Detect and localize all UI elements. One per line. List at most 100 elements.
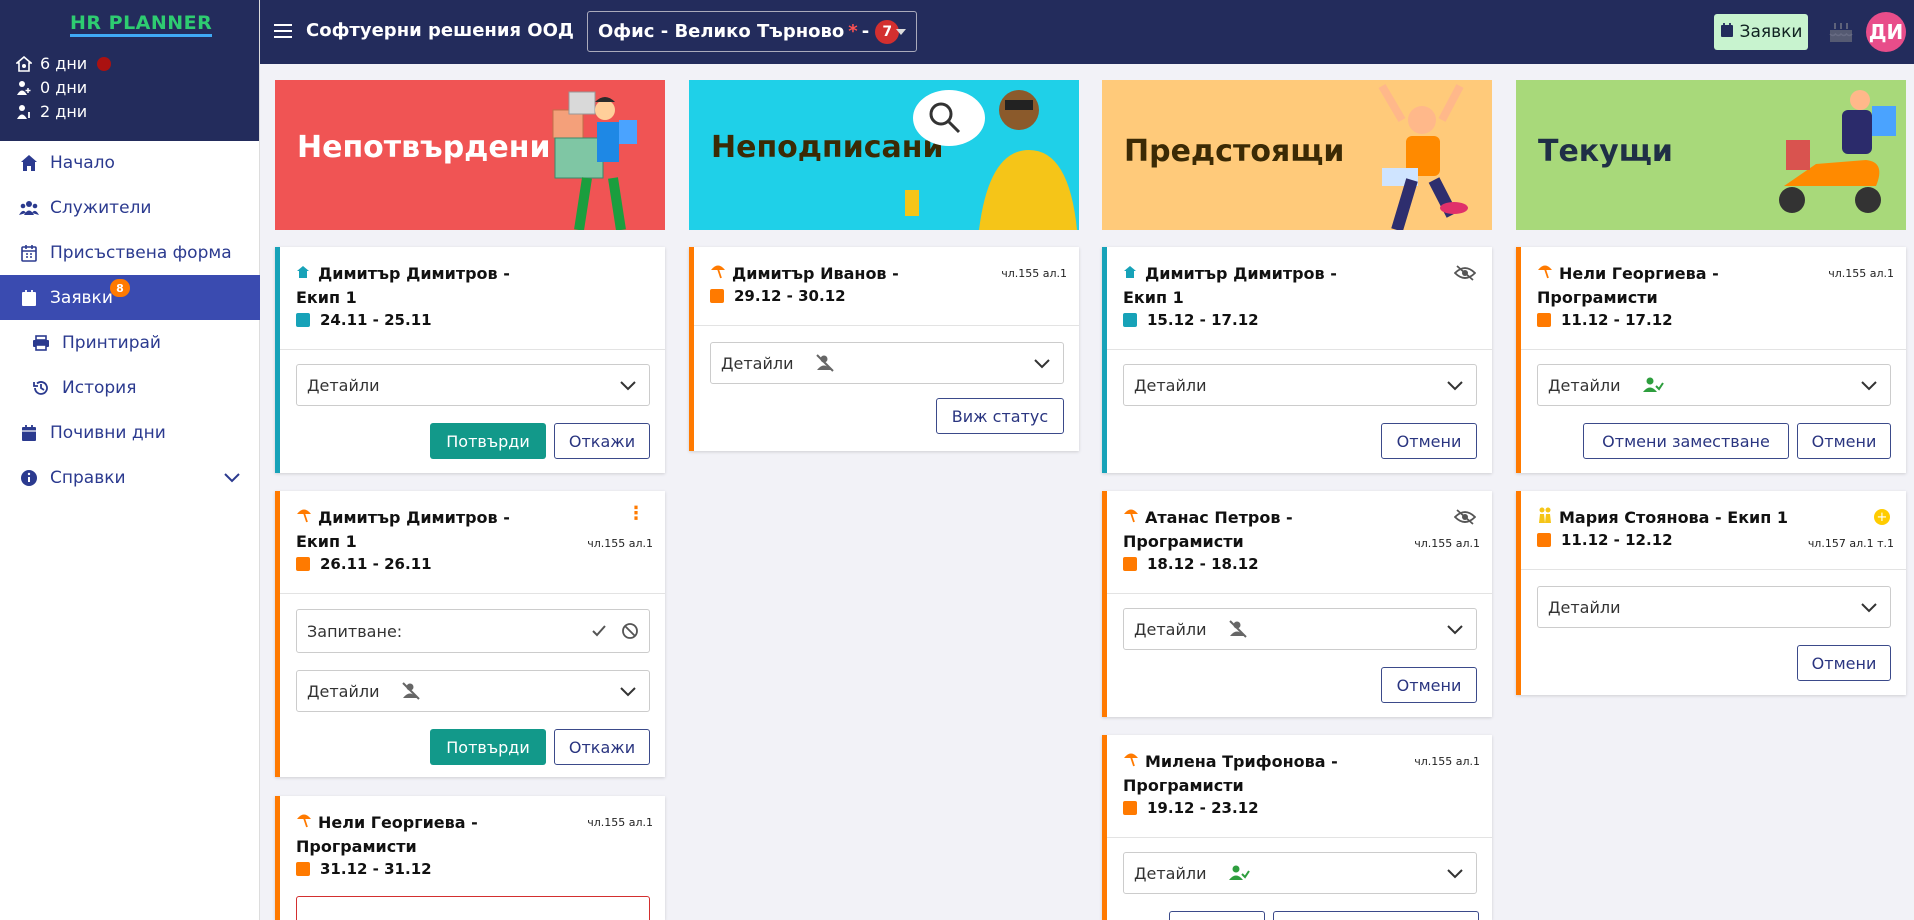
chevron-down-icon	[1446, 377, 1464, 396]
calendar-icon	[1537, 533, 1551, 547]
requests-count-badge: 8	[110, 279, 130, 297]
cancel-button[interactable]: Отмени	[1797, 645, 1891, 681]
person-info-icon	[16, 104, 32, 120]
details-dropdown[interactable]: Детайли	[296, 364, 650, 406]
scooter-rider-illustration	[1779, 90, 1896, 213]
reject-button[interactable]: Откажи	[554, 729, 650, 765]
banner-upcoming: Предстоящи	[1102, 80, 1492, 230]
beach-umbrella-icon	[296, 811, 312, 835]
user-avatar[interactable]: ДИ	[1866, 12, 1906, 52]
view-status-button[interactable]: Виж статус	[936, 398, 1064, 434]
banner-unconfirmed: Непотвърдени	[275, 80, 665, 230]
sidebar-header: HR PLANNER 6 дни 0 дни 2 дни	[0, 0, 259, 141]
home-leave-icon	[1123, 262, 1139, 286]
details-dropdown[interactable]: Детайли	[1537, 586, 1891, 628]
column-upcoming: Предстоящи Димитър Димитров - Екип 1 15.1…	[1102, 80, 1492, 920]
user-slash-icon	[401, 682, 421, 704]
chevron-down-icon	[1446, 865, 1464, 884]
user-check-icon	[1642, 376, 1664, 398]
question-field[interactable]: Запитване:	[296, 609, 650, 653]
beach-umbrella-icon	[1123, 750, 1139, 774]
delivery-person-illustration	[552, 91, 637, 230]
eye-slash-icon[interactable]	[1453, 265, 1477, 285]
confirm-button[interactable]: Потвърди	[430, 729, 546, 765]
banner-current: Текущи	[1516, 80, 1906, 230]
beach-umbrella-icon	[296, 506, 312, 530]
menu-toggle-icon[interactable]	[274, 20, 292, 42]
button-partial[interactable]	[1273, 911, 1479, 920]
users-icon	[18, 197, 40, 219]
button-partial[interactable]	[1169, 911, 1265, 920]
stat-other-days: 2 дни	[16, 102, 87, 121]
request-card: Димитър Иванов - чл.155 ал.1 29.12 - 30.…	[689, 247, 1079, 451]
chevron-down-icon	[619, 377, 637, 396]
sidebar-item-holidays[interactable]: Почивни дни	[0, 410, 260, 455]
sidebar-item-print[interactable]: Принтирай	[0, 320, 260, 365]
caret-down-icon	[896, 29, 906, 35]
more-menu-icon[interactable]: ⋮	[627, 505, 645, 523]
required-marker: *	[848, 21, 858, 42]
details-dropdown[interactable]: Детайли	[1123, 852, 1477, 894]
sidebar-item-employees[interactable]: Служители	[0, 185, 260, 230]
reject-button[interactable]: Откажи	[554, 423, 650, 459]
cancel-button[interactable]: Отмени	[1797, 423, 1891, 459]
office-select[interactable]: Офис - Велико Търново * - 7	[587, 11, 917, 52]
details-dropdown[interactable]: Детайли	[1123, 364, 1477, 406]
request-card: Димитър Димитров - Екип 1 15.12 - 17.12 Д…	[1102, 247, 1492, 473]
birthday-cake-icon[interactable]	[1828, 18, 1854, 44]
requests-button[interactable]: Заявки	[1714, 14, 1808, 50]
printer-icon	[30, 332, 52, 354]
details-dropdown[interactable]: Детайли	[710, 342, 1064, 384]
calendar-icon	[18, 287, 40, 309]
home-user-icon	[16, 55, 32, 72]
confirm-button[interactable]: Потвърди	[430, 423, 546, 459]
sidebar-item-attendance[interactable]: Присъствена форма	[0, 230, 260, 275]
app-logo[interactable]: HR PLANNER	[70, 14, 213, 37]
top-bar: Софтуерни решения ООД Офис - Велико Търн…	[260, 0, 1914, 64]
details-dropdown[interactable]: Детайли	[1123, 608, 1477, 650]
cancel-button[interactable]: Отмени	[1381, 423, 1477, 459]
cancel-button[interactable]: Отмени	[1381, 667, 1477, 703]
request-card: Атанас Петров - Програмисти чл.155 ал.1 1…	[1102, 491, 1492, 717]
details-dropdown[interactable]: Детайли	[296, 670, 650, 712]
sidebar-item-home[interactable]: Начало	[0, 140, 260, 185]
home-icon	[18, 152, 40, 174]
alert-box	[296, 896, 650, 920]
ban-icon[interactable]	[621, 622, 639, 644]
calendar-icon	[1537, 313, 1551, 327]
calendar-grid-icon	[18, 242, 40, 264]
sidebar-item-history[interactable]: История	[0, 365, 260, 410]
column-title: Текущи	[1538, 134, 1673, 169]
calendar-icon	[1720, 22, 1734, 43]
calendar-icon	[296, 862, 310, 876]
thinking-person-illustration	[905, 90, 1077, 230]
celebrating-person-illustration	[1378, 83, 1468, 230]
calendar-icon	[296, 557, 310, 571]
person-plus-icon	[16, 80, 32, 96]
sidebar-item-requests[interactable]: Заявки 8	[0, 275, 260, 320]
request-card: Мария Стоянова - Екип 1 + чл.157 ал.1 т.…	[1516, 491, 1906, 695]
banner-unsigned: Неподписани	[689, 80, 1079, 230]
chevron-down-icon[interactable]	[224, 468, 240, 488]
calendar-icon	[1123, 557, 1137, 571]
check-icon[interactable]	[591, 623, 607, 642]
beach-umbrella-icon	[1537, 262, 1553, 286]
user-slash-icon	[1228, 620, 1248, 642]
column-title: Предстоящи	[1124, 134, 1345, 169]
calendar-icon	[710, 289, 724, 303]
history-icon	[30, 377, 52, 399]
eye-slash-icon[interactable]	[1453, 509, 1477, 529]
request-card: Димитър Димитров - Екип 1 ⋮ чл.155 ал.1 2…	[275, 491, 665, 777]
people-icon	[1537, 506, 1553, 530]
sidebar-item-reports[interactable]: Справки	[0, 455, 260, 500]
details-dropdown[interactable]: Детайли	[1537, 364, 1891, 406]
request-card: Нели Георгиева - Програмисти чл.155 ал.1 …	[1516, 247, 1906, 473]
calendar-icon	[18, 422, 40, 444]
sidebar: HR PLANNER 6 дни 0 дни 2 дни Начало Служ…	[0, 0, 260, 920]
calendar-icon	[1123, 313, 1137, 327]
chevron-down-icon	[1033, 355, 1051, 374]
beach-umbrella-icon	[710, 262, 726, 286]
request-card: Димитър Димитров - Екип 1 24.11 - 25.11 Д…	[275, 247, 665, 473]
cancel-substitution-button[interactable]: Отмени заместване	[1583, 423, 1789, 459]
column-unsigned: Неподписани Димитър Иванов - чл.155 ал.1…	[689, 80, 1079, 480]
